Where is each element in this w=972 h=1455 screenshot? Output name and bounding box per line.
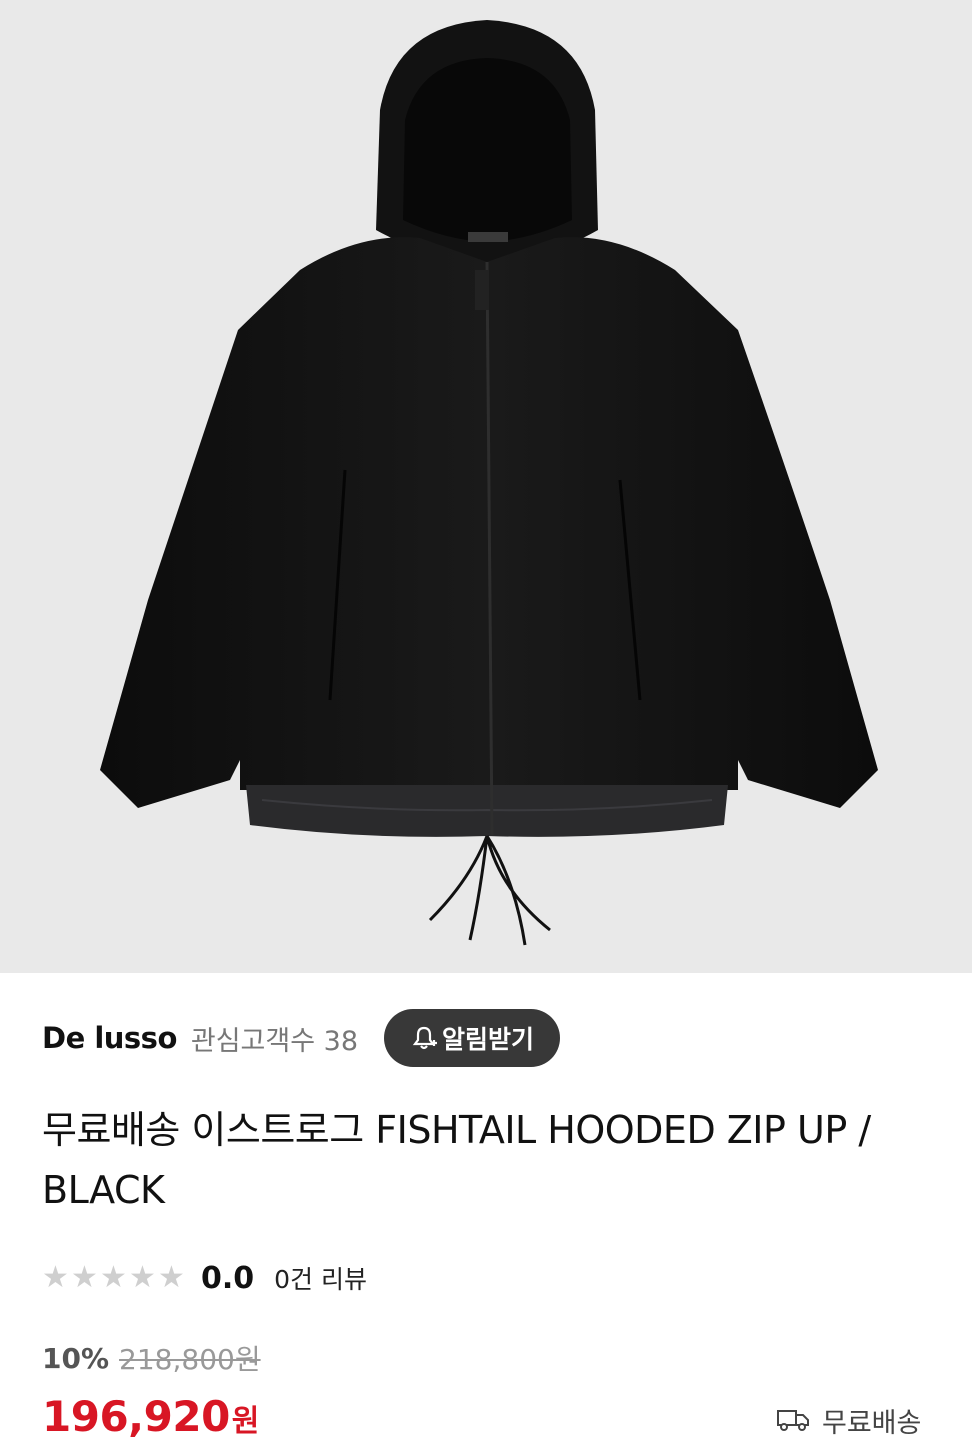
rating-score: 0.0 bbox=[201, 1260, 255, 1296]
currency-unit: 원 bbox=[231, 1404, 260, 1439]
star-icon: ★ bbox=[71, 1260, 98, 1295]
product-image[interactable] bbox=[0, 0, 972, 973]
rating-stars: ★ ★ ★ ★ ★ bbox=[42, 1263, 187, 1293]
star-icon: ★ bbox=[129, 1260, 156, 1295]
alarm-button-label: 알림받기 bbox=[442, 1025, 535, 1054]
discount-rate: 10% bbox=[42, 1341, 110, 1375]
original-price-row: 10% 218,800원 bbox=[42, 1338, 261, 1378]
star-icon: ★ bbox=[42, 1260, 69, 1295]
star-icon: ★ bbox=[158, 1260, 185, 1295]
shipping-info: 무료배송 bbox=[776, 1400, 921, 1440]
hoodie-illustration bbox=[100, 20, 878, 946]
current-price-row: 196,920 원 bbox=[42, 1392, 259, 1448]
review-count[interactable]: 0건 리뷰 bbox=[274, 1260, 367, 1296]
alarm-button[interactable]: 알림받기 bbox=[384, 1009, 561, 1067]
product-title: 무료배송 이스트로그 FISHTAIL HOODED ZIP UP / BLAC… bbox=[42, 1108, 871, 1212]
truck-icon bbox=[777, 1410, 809, 1431]
favorites-count: 관심고객수 38 bbox=[190, 1025, 359, 1057]
shipping-label: 무료배송 bbox=[822, 1407, 922, 1439]
seller-name[interactable]: De lusso bbox=[42, 1021, 177, 1055]
rating-row[interactable]: ★ ★ ★ ★ ★ 0.0 0건 리뷰 bbox=[42, 1256, 367, 1300]
original-price: 218,800원 bbox=[119, 1343, 261, 1376]
bell-plus-icon bbox=[412, 1026, 438, 1050]
star-icon: ★ bbox=[100, 1260, 127, 1295]
seller-row: De lusso 관심고객수 38 알림받기 bbox=[42, 1009, 561, 1067]
current-price: 196,920 bbox=[42, 1392, 230, 1441]
